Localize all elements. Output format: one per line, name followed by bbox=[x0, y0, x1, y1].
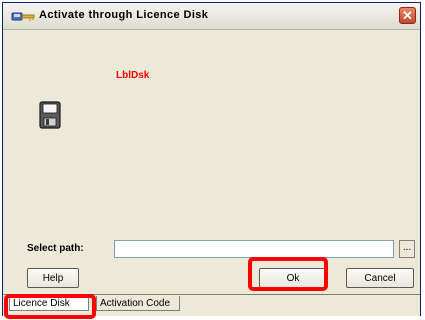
ok-button[interactable]: Ok bbox=[259, 268, 327, 288]
activation-dialog: Activate through Licence Disk ✕ LblDsk S… bbox=[2, 2, 421, 316]
browse-button[interactable]: ... bbox=[399, 240, 415, 258]
title-bar[interactable]: Activate through Licence Disk ✕ bbox=[3, 3, 420, 30]
disk-status-label: LblDsk bbox=[116, 70, 150, 81]
select-path-label: Select path: bbox=[27, 243, 84, 254]
cancel-button[interactable]: Cancel bbox=[346, 268, 414, 288]
close-icon: ✕ bbox=[402, 8, 413, 23]
tab-strip: Licence Disk Activation Code bbox=[3, 294, 420, 316]
floppy-disk-icon bbox=[39, 101, 61, 129]
help-button[interactable]: Help bbox=[27, 268, 79, 288]
close-button[interactable]: ✕ bbox=[399, 7, 416, 24]
tab-licence-disk[interactable]: Licence Disk bbox=[9, 296, 89, 311]
dialog-body: LblDsk Select path: ... Help Ok Cancel bbox=[3, 30, 420, 294]
select-path-input[interactable] bbox=[114, 240, 394, 258]
window-title: Activate through Licence Disk bbox=[39, 9, 209, 21]
key-icon bbox=[11, 12, 35, 21]
tab-activation-code[interactable]: Activation Code bbox=[96, 296, 180, 311]
